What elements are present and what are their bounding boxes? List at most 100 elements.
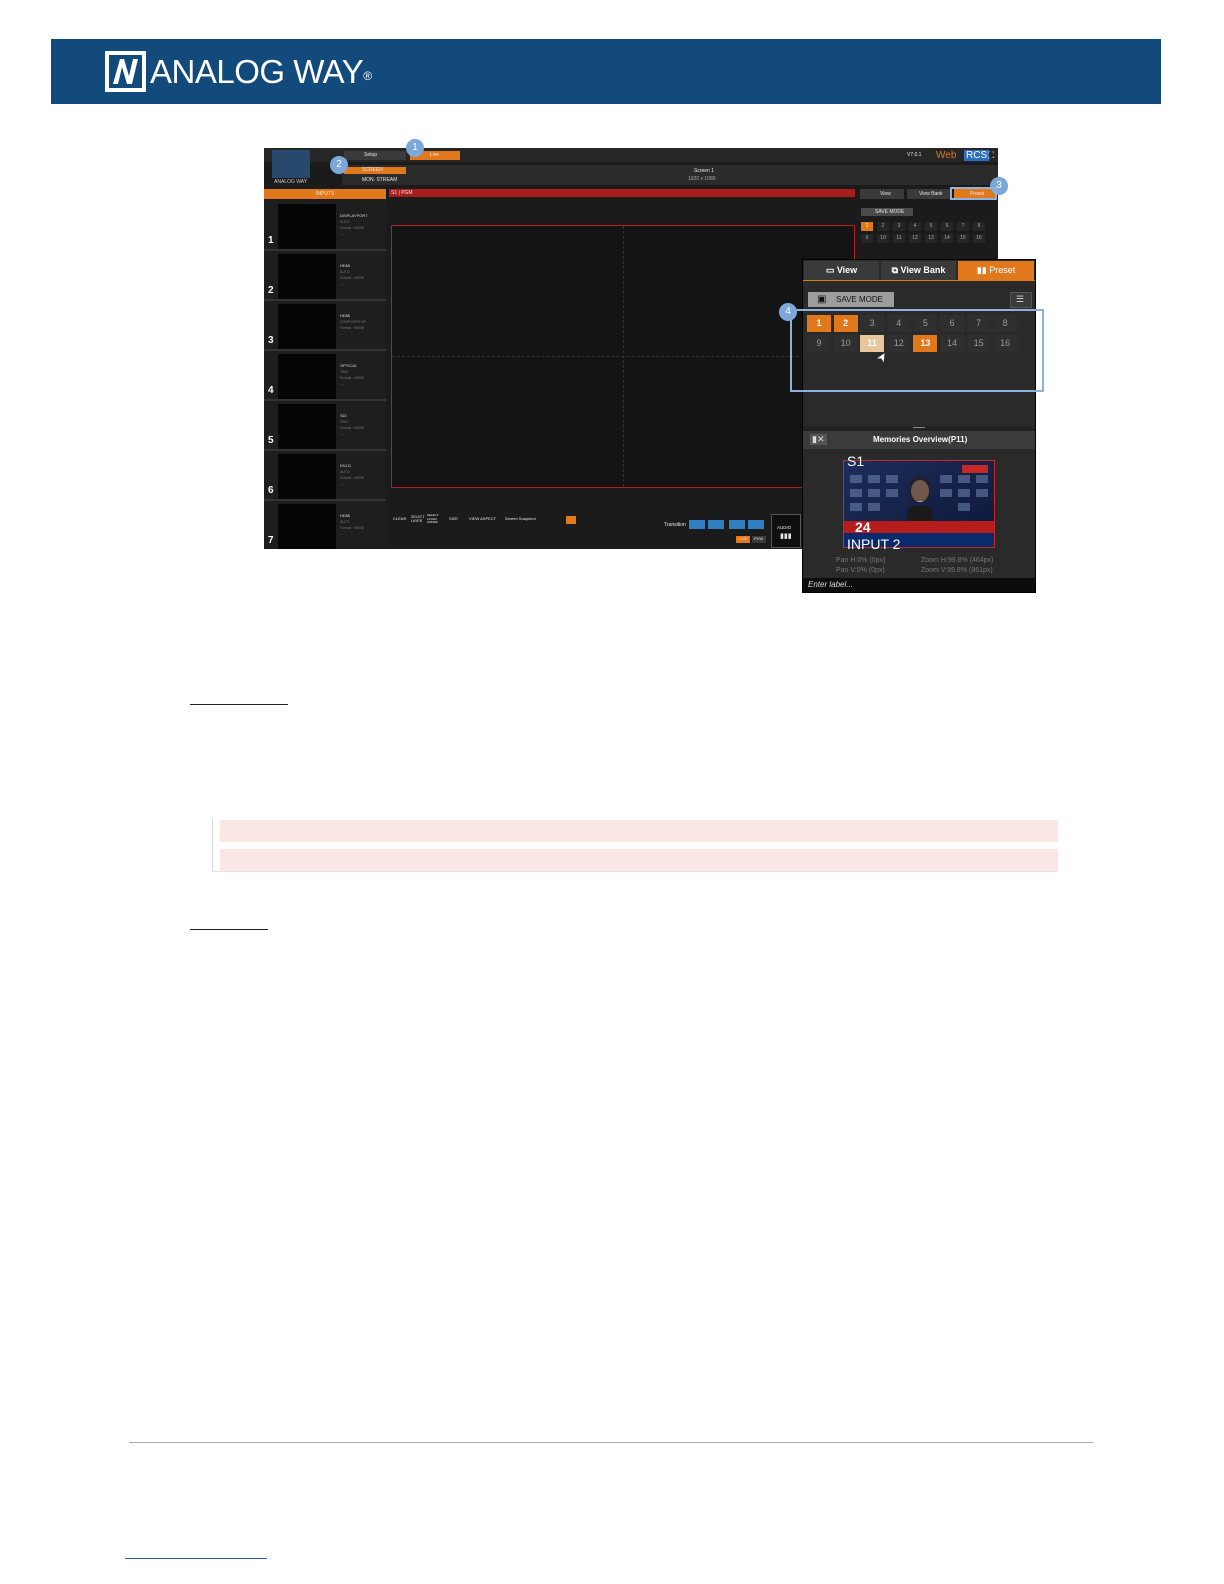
save-mode-small-button[interactable]: SAVE MODE xyxy=(861,208,913,216)
transition-icon-3[interactable] xyxy=(729,520,745,529)
zoom-v-value: Zoom V:99.8% (861px) xyxy=(921,567,993,574)
input-card[interactable]: 2 HDMI AUTO Format : NONE --- xyxy=(264,251,386,301)
transition-icon-1[interactable] xyxy=(689,520,705,529)
input-details: AUTO Format : NONE --- xyxy=(340,520,365,536)
toolbar-clear-button[interactable]: CLEAR xyxy=(393,516,406,522)
right-tab-view-bank[interactable]: View Bank xyxy=(907,189,951,199)
mini-preset-button[interactable]: 7 xyxy=(957,222,969,231)
mini-preset-button[interactable]: 15 xyxy=(957,234,969,243)
mini-preset-button[interactable]: 4 xyxy=(909,222,921,231)
toolbar-snapshot-button[interactable]: Screen Snapshot xyxy=(505,516,536,522)
section-heading-underline-1 xyxy=(190,704,288,705)
brand-name: ANALOG WAY® xyxy=(150,53,372,90)
tab-setup[interactable]: Setup xyxy=(344,151,406,160)
input-number: 7 xyxy=(268,535,274,546)
mini-preset-button[interactable]: 13 xyxy=(925,234,937,243)
analog-way-logo-icon xyxy=(105,51,146,92)
input-details: AUTO Format : NONE --- xyxy=(340,470,365,486)
transition-icon-4[interactable] xyxy=(748,520,764,529)
mini-preset-button[interactable]: 6 xyxy=(941,222,953,231)
rcs-label: RCS xyxy=(964,150,990,161)
callout-highlight-row-2 xyxy=(220,849,1058,871)
mini-preset-button[interactable]: 16 xyxy=(973,234,985,243)
input-details: AUTO Format : NONE --- xyxy=(340,220,365,236)
input-card[interactable]: 6 DVI-D AUTO Format : NONE --- xyxy=(264,451,386,501)
take-live-button[interactable]: LIVE xyxy=(736,536,750,543)
bottom-toolbar: CLEAR SELECT LAYER SELECT LAYER ORDER SI… xyxy=(389,512,659,526)
mini-preset-button[interactable]: 14 xyxy=(941,234,953,243)
transition-label: Transition xyxy=(664,522,686,528)
list-view-icon[interactable]: ☰ xyxy=(1010,292,1032,308)
mini-preset-button[interactable]: 8 xyxy=(973,222,985,231)
overlay-tab-view[interactable]: ▭ View xyxy=(804,261,879,280)
mini-preset-button[interactable]: 3 xyxy=(893,222,905,231)
input-details: TWO Format : NONE --- xyxy=(340,370,365,386)
section-heading-underline-2 xyxy=(190,929,268,930)
audio-meter-icon: ▮▮▮ xyxy=(780,533,792,540)
input-card[interactable]: 3 HDMI COMPUTER HP Format : NONE --- xyxy=(264,301,386,351)
monitor-stream-label[interactable]: MON. STREAM xyxy=(362,177,397,183)
input-details: TWO Format : NONE --- xyxy=(340,420,365,436)
input-details: COMPUTER HP Format : NONE --- xyxy=(340,320,366,336)
view-icon: ▭ xyxy=(825,265,837,275)
input-details: AUTO Format : NONE --- xyxy=(340,270,365,286)
screen-selector[interactable]: SCREEN xyxy=(344,167,406,174)
fullscreen-icon[interactable]: ⛶ xyxy=(988,150,994,160)
mini-preset-button[interactable]: 1 xyxy=(861,222,873,231)
toolbar-select-order-button[interactable]: SELECT LAYER ORDER xyxy=(427,513,439,525)
input-thumbnail xyxy=(278,504,336,549)
overlay-tab-view-bank[interactable]: ⧉ View Bank xyxy=(881,261,956,280)
preset-icon: ▮▮ xyxy=(976,265,990,275)
right-tab-view[interactable]: View xyxy=(860,189,904,199)
preset-highlight-box xyxy=(790,309,1044,392)
callout-4: 4 xyxy=(779,303,797,321)
input-thumbnail xyxy=(278,404,336,449)
input-thumbnail xyxy=(278,204,336,249)
overlay-tab-preset[interactable]: ▮▮ Preset xyxy=(958,261,1034,280)
view-bank-icon: ⧉ xyxy=(891,265,901,275)
input-thumbnail xyxy=(278,254,336,299)
pan-v-value: Pan V:0% (0px) xyxy=(836,567,885,574)
save-icon: ▣ xyxy=(817,294,827,305)
inputs-header: INPUTS xyxy=(264,189,386,199)
toolbar-select-layer-button[interactable]: SELECT LAYER xyxy=(411,515,425,523)
mini-preset-button[interactable]: 12 xyxy=(909,234,921,243)
transition-icon-2[interactable] xyxy=(708,520,724,529)
label-input[interactable]: Enter label... xyxy=(803,578,1035,592)
input-number: 4 xyxy=(268,385,274,396)
input-card[interactable]: 1 DISPLAYPORT AUTO Format : NONE --- xyxy=(264,201,386,251)
input-number: 2 xyxy=(268,285,274,296)
mini-preset-button[interactable]: 5 xyxy=(925,222,937,231)
input-card[interactable]: 4 OPTICAL TWO Format : NONE --- xyxy=(264,351,386,401)
input-thumbnail xyxy=(278,304,336,349)
pan-h-value: Pan H:0% (0px) xyxy=(836,557,886,564)
save-mode-button[interactable]: ▣ SAVE MODE xyxy=(808,292,894,307)
mini-preset-button[interactable]: 9 xyxy=(861,234,873,243)
version-label: V7.0.1 xyxy=(907,152,922,158)
callout-2: 2 xyxy=(330,156,348,174)
thumbnail-screen-label: S1 xyxy=(847,453,865,469)
toolbar-view-aspect-select[interactable]: VIEW ASPECT xyxy=(469,516,496,522)
close-icon[interactable]: ▮✕ xyxy=(810,434,827,445)
input-number: 1 xyxy=(268,235,274,246)
toolbar-size-select[interactable]: SIZE xyxy=(449,516,458,522)
mini-preset-button[interactable]: 10 xyxy=(877,234,889,243)
program-canvas[interactable] xyxy=(391,225,855,488)
audio-button[interactable]: AUDIO ▮▮▮ xyxy=(771,514,801,548)
web-label: Web xyxy=(936,150,957,161)
program-header: S1 | PGM xyxy=(389,189,855,197)
mini-preset-button[interactable]: 11 xyxy=(893,234,905,243)
input-card[interactable]: 7 HDMI AUTO Format : NONE --- xyxy=(264,501,386,549)
callout-bottom-border xyxy=(212,871,1058,872)
mini-preset-button[interactable]: 2 xyxy=(877,222,889,231)
input-card[interactable]: 5 SDI TWO Format : NONE --- xyxy=(264,401,386,451)
take-pvw-button[interactable]: PVW xyxy=(752,536,766,543)
callout-left-border xyxy=(212,819,213,871)
input-number: 6 xyxy=(268,485,274,496)
thumbnail-input-label: INPUT 2 xyxy=(847,536,901,552)
toolbar-active-icon[interactable] xyxy=(566,516,576,524)
screen-resolution: 1920 x 1080 xyxy=(688,176,716,182)
footer-link-underline[interactable] xyxy=(125,1558,267,1559)
thumbnail-channel-number: 24 xyxy=(855,519,871,535)
app-logo-caption: ANALOG WAY xyxy=(274,179,308,185)
